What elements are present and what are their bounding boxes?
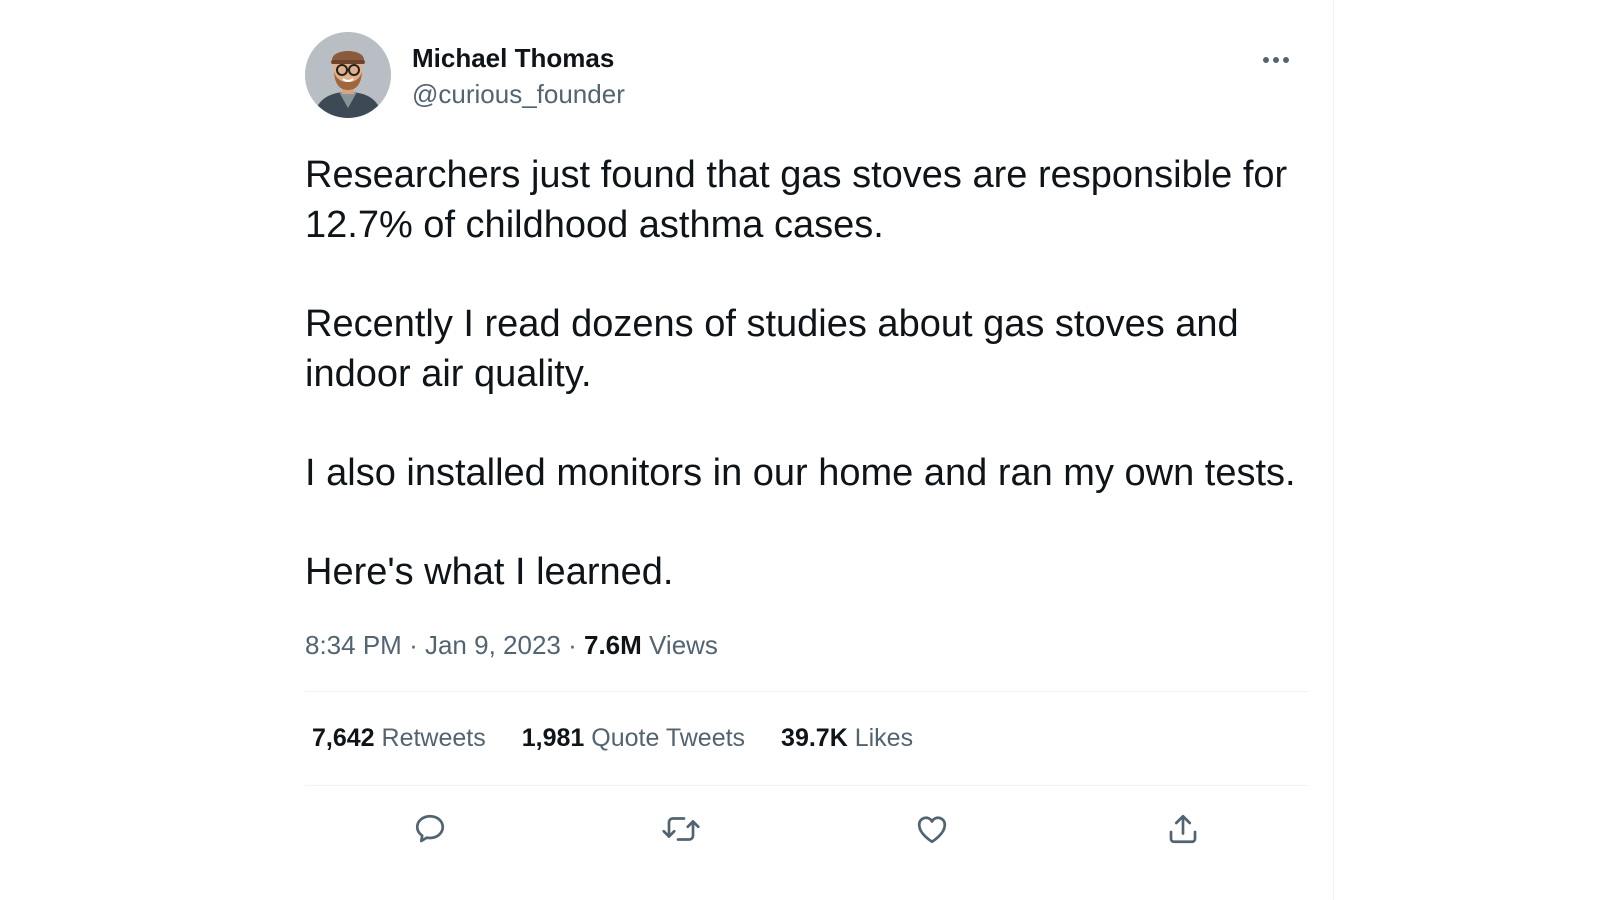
- tweet-text: Researchers just found that gas stoves a…: [305, 150, 1308, 597]
- reply-button[interactable]: [407, 806, 453, 852]
- author-handle[interactable]: @curious_founder: [412, 76, 625, 112]
- author-names: Michael Thomas @curious_founder: [412, 40, 625, 112]
- tweet-meta: 8:34 PM · Jan 9, 2023 · 7.6M Views: [305, 627, 1308, 663]
- quote-tweets-count: 1,981: [521, 724, 585, 752]
- likes-label: Likes: [854, 724, 914, 752]
- avatar[interactable]: [305, 32, 391, 118]
- retweets-label: Retweets: [381, 724, 486, 752]
- reply-icon: [416, 814, 445, 842]
- column-border: [1333, 0, 1334, 900]
- more-horizontal-icon[interactable]: [1256, 40, 1296, 80]
- author-display-name[interactable]: Michael Thomas: [412, 40, 625, 76]
- tweet: Michael Thomas @curious_founder Research…: [305, 32, 1308, 871]
- quote-tweets-stat[interactable]: 1,981 Quote Tweets: [522, 724, 745, 753]
- meta-separator: ·: [568, 630, 577, 660]
- likes-count: 39.7K: [781, 724, 848, 752]
- tweet-paragraph: Recently I read dozens of studies about …: [305, 303, 1239, 395]
- like-icon: [917, 815, 946, 843]
- likes-stat[interactable]: 39.7K Likes: [781, 724, 913, 753]
- share-icon: [1169, 814, 1196, 843]
- views-count: 7.6M: [584, 630, 642, 660]
- tweet-paragraph: I also installed monitors in our home an…: [305, 452, 1296, 494]
- tweet-paragraph: Here's what I learned.: [305, 551, 674, 593]
- quote-tweets-label: Quote Tweets: [591, 724, 746, 752]
- tweet-date[interactable]: Jan 9, 2023: [425, 630, 561, 660]
- retweet-icon: [662, 816, 700, 841]
- retweets-count: 7,642: [312, 724, 375, 752]
- meta-separator: ·: [409, 630, 418, 660]
- tweet-actions: [305, 786, 1308, 871]
- avatar-image: [305, 32, 391, 118]
- tweet-page: Michael Thomas @curious_founder Research…: [0, 0, 1600, 900]
- like-button[interactable]: [909, 806, 955, 852]
- tweet-paragraph: Researchers just found that gas stoves a…: [305, 154, 1288, 246]
- views-label: Views: [649, 630, 718, 660]
- share-button[interactable]: [1160, 806, 1206, 852]
- tweet-header: Michael Thomas @curious_founder: [305, 32, 1308, 118]
- retweet-button[interactable]: [658, 806, 704, 852]
- tweet-stats: 7,642 Retweets 1,981 Quote Tweets 39.7K …: [305, 692, 1308, 785]
- retweets-stat[interactable]: 7,642 Retweets: [312, 724, 486, 753]
- tweet-time[interactable]: 8:34 PM: [305, 630, 402, 660]
